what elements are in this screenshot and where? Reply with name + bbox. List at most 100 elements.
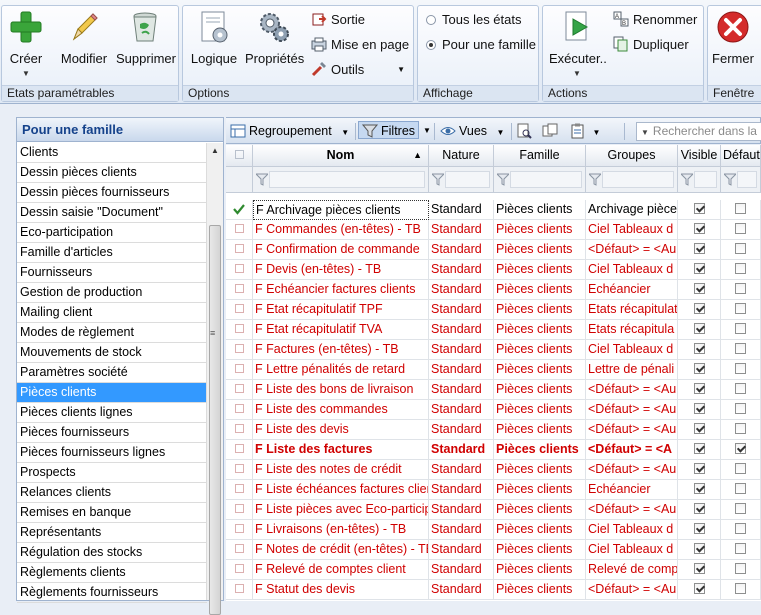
family-list-item[interactable]: Mouvements de stock bbox=[17, 343, 207, 363]
default-checkbox[interactable] bbox=[735, 463, 746, 475]
create-button[interactable]: Créer ▼ bbox=[8, 9, 44, 85]
table-row[interactable]: F Liste des bons de livraison Standard Piè… bbox=[226, 380, 761, 400]
family-list-item[interactable]: Paramètres société bbox=[17, 363, 207, 383]
column-header-name[interactable]: Nom ▲ bbox=[253, 145, 429, 167]
family-list-item[interactable]: Pièces fournisseurs bbox=[17, 423, 207, 443]
rename-button[interactable]: A B Renommer bbox=[613, 10, 697, 30]
family-list-item[interactable]: Clients bbox=[17, 143, 207, 163]
column-header-default[interactable]: Défaut bbox=[721, 145, 761, 167]
family-list-item[interactable]: Dessin saisie "Document" bbox=[17, 203, 207, 223]
default-checkbox[interactable] bbox=[735, 403, 746, 415]
views-button[interactable]: Vues ▼ bbox=[440, 122, 504, 140]
family-list-item[interactable]: Fournisseurs bbox=[17, 263, 207, 283]
row-indicator[interactable] bbox=[226, 540, 253, 560]
row-indicator[interactable] bbox=[226, 300, 253, 320]
default-checkbox[interactable] bbox=[735, 563, 746, 575]
filter-input-family[interactable] bbox=[510, 171, 582, 188]
row-indicator[interactable] bbox=[226, 480, 253, 500]
filter-input-nature[interactable] bbox=[445, 171, 490, 188]
family-list-item[interactable]: Règlements clients bbox=[17, 563, 207, 583]
visible-checkbox[interactable] bbox=[693, 383, 705, 395]
table-row[interactable]: F Liste des commandes Standard Pièces clie… bbox=[226, 400, 761, 420]
refresh-button[interactable] bbox=[542, 122, 561, 140]
table-row[interactable]: F Liste des factures Standard Pièces clien… bbox=[226, 440, 761, 460]
family-list-item[interactable]: Gestion de production bbox=[17, 283, 207, 303]
filter-cell-default[interactable] bbox=[721, 167, 761, 193]
visible-checkbox[interactable] bbox=[693, 223, 705, 235]
table-row[interactable]: F Commandes (en-têtes) - TB Standard Pièce… bbox=[226, 220, 761, 240]
row-indicator[interactable] bbox=[226, 520, 253, 540]
chevron-down-icon[interactable]: ▼ bbox=[423, 122, 431, 140]
table-row[interactable]: F Liste des devis Standard Pièces clients <… bbox=[226, 420, 761, 440]
family-list-item[interactable]: Prospects bbox=[17, 463, 207, 483]
table-row[interactable]: F Statut des devis Standard Pièces clients… bbox=[226, 580, 761, 600]
filter-cell-visible[interactable] bbox=[678, 167, 721, 193]
visible-checkbox[interactable] bbox=[693, 463, 705, 475]
logic-button[interactable]: Logique bbox=[189, 9, 239, 85]
table-row[interactable]: F Relevé de comptes client Standard Pièces… bbox=[226, 560, 761, 580]
row-indicator[interactable] bbox=[226, 320, 253, 340]
properties-button[interactable]: Propriétés bbox=[245, 9, 304, 85]
visible-checkbox[interactable] bbox=[693, 583, 705, 595]
default-checkbox[interactable] bbox=[735, 583, 746, 595]
search-input[interactable]: ▼ Rechercher dans la bbox=[636, 122, 761, 141]
family-list-item[interactable]: Dessin pièces fournisseurs bbox=[17, 183, 207, 203]
column-header-family[interactable]: Famille bbox=[494, 145, 586, 167]
visible-checkbox[interactable] bbox=[693, 283, 705, 295]
column-header-groups[interactable]: Groupes bbox=[586, 145, 678, 167]
table-row[interactable]: F Confirmation de commande Standard Pièces… bbox=[226, 240, 761, 260]
filters-button[interactable]: Filtres bbox=[358, 121, 420, 139]
visible-checkbox[interactable] bbox=[693, 363, 705, 375]
default-checkbox[interactable] bbox=[735, 423, 746, 435]
row-indicator[interactable] bbox=[226, 460, 253, 480]
filter-input-visible[interactable] bbox=[694, 171, 717, 188]
visible-checkbox[interactable] bbox=[693, 543, 705, 555]
table-row[interactable]: F Liste des notes de crédit Standard Pièce… bbox=[226, 460, 761, 480]
page-setup-button[interactable]: Mise en page bbox=[311, 35, 409, 55]
clipboard-button[interactable]: ▼ bbox=[570, 122, 600, 140]
default-checkbox[interactable] bbox=[735, 363, 746, 375]
table-row[interactable]: F Liste échéances factures client Standar… bbox=[226, 480, 761, 500]
visible-checkbox[interactable] bbox=[693, 203, 705, 215]
row-indicator[interactable] bbox=[226, 420, 253, 440]
visible-checkbox[interactable] bbox=[693, 323, 705, 335]
table-row[interactable]: F Factures (en-têtes) - TB Standard Pièces… bbox=[226, 340, 761, 360]
default-checkbox[interactable] bbox=[735, 383, 746, 395]
all-states-radio[interactable]: Tous les états bbox=[426, 10, 522, 30]
default-checkbox[interactable] bbox=[735, 483, 746, 495]
close-button[interactable]: Fermer bbox=[711, 9, 755, 85]
default-checkbox[interactable] bbox=[735, 323, 746, 335]
default-checkbox[interactable] bbox=[735, 203, 746, 215]
row-indicator[interactable] bbox=[226, 280, 253, 300]
family-list-item[interactable]: Pièces clients bbox=[17, 383, 207, 403]
family-list-item[interactable]: Représentants bbox=[17, 523, 207, 543]
visible-checkbox[interactable] bbox=[693, 423, 705, 435]
row-indicator[interactable] bbox=[226, 440, 253, 460]
table-row[interactable]: F Etat récapitulatif TPF Standard Pièces c… bbox=[226, 300, 761, 320]
grouping-button[interactable]: Regroupement ▼ bbox=[230, 122, 349, 140]
modify-button[interactable]: Modifier bbox=[60, 9, 108, 85]
output-button[interactable]: Sortie bbox=[311, 10, 365, 30]
filter-input-groups[interactable] bbox=[602, 171, 674, 188]
row-indicator[interactable] bbox=[226, 580, 253, 600]
table-row[interactable]: F Etat récapitulatif TVA Standard Pièces c… bbox=[226, 320, 761, 340]
table-row[interactable]: F Echéancier factures clients Standard Piè… bbox=[226, 280, 761, 300]
row-indicator[interactable] bbox=[226, 200, 253, 220]
visible-checkbox[interactable] bbox=[693, 343, 705, 355]
row-indicator[interactable] bbox=[226, 500, 253, 520]
row-indicator[interactable] bbox=[226, 340, 253, 360]
default-checkbox[interactable] bbox=[735, 303, 746, 315]
row-indicator[interactable] bbox=[226, 240, 253, 260]
default-checkbox[interactable] bbox=[735, 543, 746, 555]
visible-checkbox[interactable] bbox=[693, 443, 705, 455]
filter-cell-nature[interactable] bbox=[429, 167, 494, 193]
default-checkbox[interactable] bbox=[735, 523, 746, 535]
preview-button[interactable] bbox=[516, 122, 535, 140]
filter-cell-groups[interactable] bbox=[586, 167, 678, 193]
family-list-item[interactable]: Régulation des stocks bbox=[17, 543, 207, 563]
filter-input-name[interactable] bbox=[269, 171, 425, 188]
scroll-up-icon[interactable]: ▲ bbox=[207, 143, 223, 159]
table-row[interactable]: F Liste pièces avec Eco-particip Standard… bbox=[226, 500, 761, 520]
default-checkbox[interactable] bbox=[735, 503, 746, 515]
table-row[interactable]: F Archivage pièces clients Standard Pièces… bbox=[226, 200, 761, 220]
